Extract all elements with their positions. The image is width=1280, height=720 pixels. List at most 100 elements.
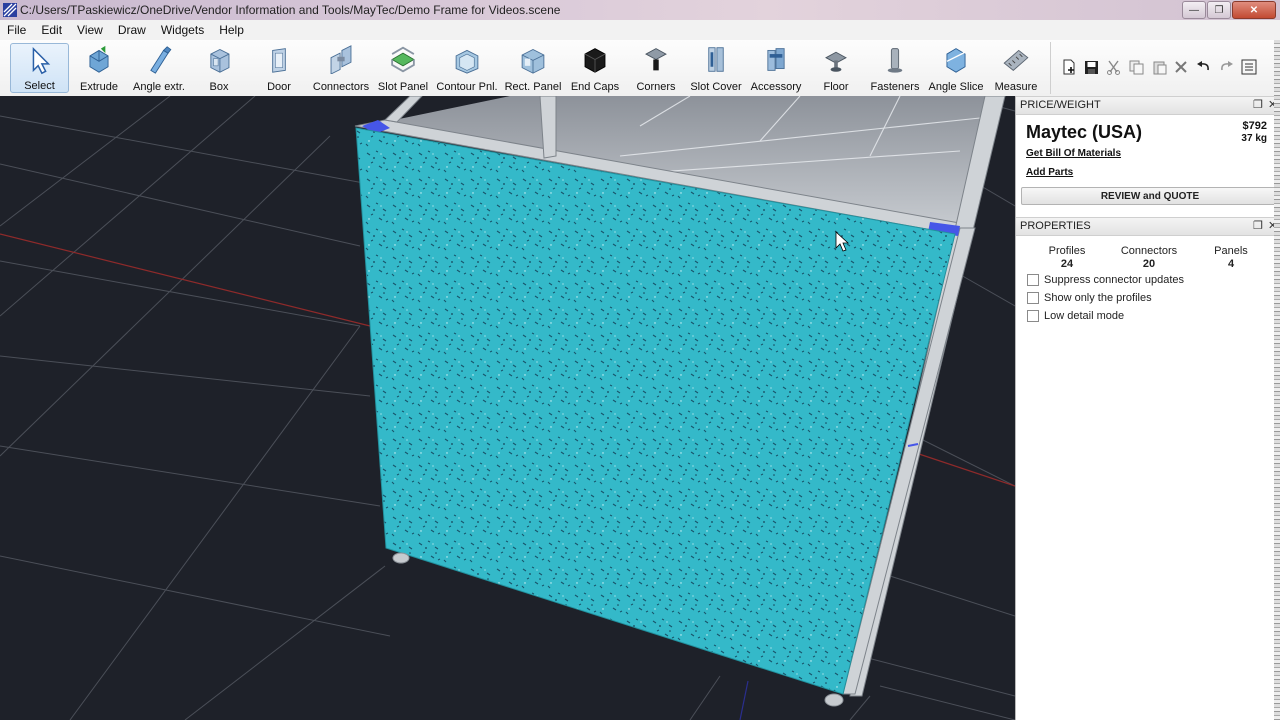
tool-label: Measure — [994, 81, 1038, 93]
tool-measure[interactable]: Measure — [993, 43, 1039, 93]
new-file-icon — [1063, 59, 1075, 75]
copy-icon — [1129, 60, 1143, 74]
paste-button[interactable] — [1150, 58, 1168, 76]
connectors-count: Connectors 20 — [1114, 245, 1184, 270]
low-detail-mode-option[interactable]: Low detail mode — [1027, 310, 1124, 322]
option-label: Low detail mode — [1044, 310, 1125, 322]
tool-label: Select — [24, 80, 55, 92]
total-price: $792 — [1242, 120, 1267, 132]
tool-label: End Caps — [570, 81, 620, 93]
menu-widgets[interactable]: Widgets — [154, 20, 212, 40]
tool-angle-extr[interactable]: Angle extr. — [132, 43, 186, 93]
undo-icon — [1196, 61, 1209, 71]
box-icon — [210, 49, 230, 73]
tool-box[interactable]: Box — [197, 43, 241, 93]
suppress-connector-updates-option[interactable]: Suppress connector updates — [1027, 274, 1184, 286]
tool-connectors[interactable]: Connectors — [313, 43, 369, 93]
menu-draw[interactable]: Draw — [111, 20, 154, 40]
corners-icon — [645, 48, 667, 71]
door-icon — [272, 48, 286, 73]
slot-panel-icon — [391, 46, 415, 73]
option-label: Show only the profiles — [1044, 292, 1152, 304]
arrow-cursor-icon — [32, 47, 50, 75]
menu-edit[interactable]: Edit — [34, 20, 70, 40]
tool-label: Connectors — [312, 81, 370, 93]
stat-value: 24 — [1060, 258, 1074, 270]
vendor-name: Maytec (USA) — [1026, 122, 1143, 142]
tool-contour-pnl[interactable]: Contour Pnl. — [436, 43, 498, 93]
stat-label: Connectors — [1120, 245, 1178, 257]
tool-select[interactable]: Select — [10, 43, 69, 93]
menu-view[interactable]: View — [70, 20, 111, 40]
leveling-foot[interactable] — [824, 693, 844, 707]
tool-floor[interactable]: Floor — [818, 43, 854, 93]
paste-icon — [1153, 61, 1166, 74]
accessory-icon — [767, 48, 785, 71]
tool-label: Accessory — [750, 81, 802, 93]
close-icon: ✕ — [1249, 4, 1259, 16]
tool-accessory[interactable]: Accessory — [751, 43, 801, 93]
delete-button[interactable] — [1172, 58, 1190, 76]
slot-cover-icon — [708, 47, 724, 72]
close-button[interactable]: ✕ — [1232, 1, 1276, 19]
3d-viewport[interactable] — [0, 96, 1015, 720]
add-parts-link[interactable]: Add Parts — [1026, 167, 1073, 178]
menu-help[interactable]: Help — [212, 20, 252, 40]
tool-angle-slice[interactable]: Angle Slice — [928, 43, 984, 93]
window-title: C:/Users/TPaskiewicz/OneDrive/Vendor Inf… — [20, 3, 561, 17]
save-button[interactable] — [1082, 58, 1100, 76]
restore-button[interactable]: ❐ — [1207, 1, 1231, 19]
properties-header: PROPERTIES ❐ ✕ — [1016, 217, 1280, 236]
bill-of-materials-link[interactable]: Get Bill Of Materials — [1026, 148, 1121, 159]
undo-button[interactable] — [1194, 58, 1212, 76]
options-button[interactable] — [1240, 58, 1258, 76]
tool-fasteners[interactable]: Fasteners — [870, 43, 920, 93]
tool-slot-panel[interactable]: Slot Panel — [378, 43, 428, 93]
extrude-icon — [89, 45, 109, 73]
save-icon — [1084, 60, 1098, 74]
scene-canvas[interactable] — [0, 96, 1015, 720]
title-bar: C:/Users/TPaskiewicz/OneDrive/Vendor Inf… — [0, 0, 1280, 20]
float-panel-icon[interactable]: ❐ — [1253, 219, 1263, 232]
options-icon — [1241, 59, 1257, 75]
show-only-profiles-option[interactable]: Show only the profiles — [1027, 292, 1152, 304]
tool-label: Angle Slice — [928, 81, 984, 93]
cut-button[interactable] — [1104, 58, 1122, 76]
suppress-connector-updates-checkbox[interactable] — [1027, 274, 1039, 286]
tool-label: Door — [267, 81, 291, 93]
measure-icon — [1003, 49, 1029, 71]
cut-icon — [1106, 60, 1120, 75]
redo-button[interactable] — [1217, 58, 1235, 76]
side-panel: PRICE/WEIGHT ❐ ✕ Maytec (USA) $792 37 kg… — [1015, 96, 1280, 720]
toolbar-separator — [1050, 42, 1051, 94]
stat-label: Profiles — [1048, 245, 1086, 257]
low-detail-mode-checkbox[interactable] — [1027, 310, 1039, 322]
floor-icon — [825, 51, 847, 72]
redo-icon — [1220, 61, 1233, 71]
stat-value: 4 — [1227, 258, 1235, 270]
review-and-quote-button[interactable]: REVIEW and QUOTE — [1021, 187, 1279, 205]
stat-value: 20 — [1142, 258, 1156, 270]
float-panel-icon[interactable]: ❐ — [1253, 98, 1263, 111]
price-weight-header: PRICE/WEIGHT ❐ ✕ — [1016, 96, 1280, 115]
window-edge-artifact — [1274, 40, 1280, 720]
tool-label: Box — [209, 81, 229, 93]
profiles-count: Profiles 24 — [1032, 245, 1102, 270]
copy-button[interactable] — [1127, 58, 1145, 76]
angle-slice-icon — [946, 48, 966, 73]
tool-slot-cover[interactable]: Slot Cover — [690, 43, 742, 93]
panels-count: Panels 4 — [1196, 245, 1266, 270]
tool-label: Angle extr. — [133, 81, 185, 93]
new-file-button[interactable] — [1060, 58, 1078, 76]
tool-rect-panel[interactable]: Rect. Panel — [504, 43, 562, 93]
leveling-foot[interactable] — [392, 552, 410, 564]
connectors-icon — [330, 45, 352, 74]
tool-end-caps[interactable]: End Caps — [570, 43, 620, 93]
show-only-profiles-checkbox[interactable] — [1027, 292, 1039, 304]
menu-file[interactable]: File — [0, 20, 34, 40]
minimize-button[interactable]: — — [1182, 1, 1206, 19]
tool-door[interactable]: Door — [258, 43, 300, 93]
tool-corners[interactable]: Corners — [634, 43, 678, 93]
tool-extrude[interactable]: Extrude — [75, 43, 123, 93]
angle-extrude-icon — [150, 46, 172, 74]
